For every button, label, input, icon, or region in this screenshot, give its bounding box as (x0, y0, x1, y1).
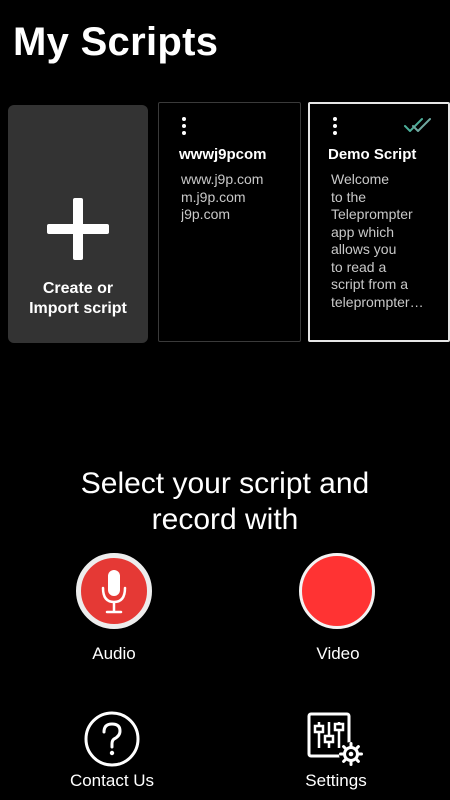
preview-line: j9p.com (181, 206, 231, 222)
create-import-script-button[interactable]: Create or Import script (8, 105, 148, 343)
preview-line: Teleprompter (331, 206, 413, 222)
preview-line: Welcome (331, 171, 390, 187)
audio-label: Audio (92, 644, 136, 663)
script-title: wwwj9pcom (179, 146, 267, 163)
video-label: Video (316, 644, 360, 663)
audio-record-button[interactable] (76, 553, 152, 629)
preview-line: teleprompter… (331, 293, 424, 310)
help-circle-icon[interactable] (82, 709, 142, 769)
record-prompt-line2: record with (151, 503, 299, 536)
more-vert-icon[interactable] (331, 116, 339, 136)
script-card-demo-script[interactable]: Demo Script Welcome to the Teleprompter … (308, 102, 450, 342)
more-vert-icon[interactable] (180, 116, 188, 136)
preview-line: script from a (331, 276, 409, 292)
script-preview: www.j9p.com m.j9p.com j9p.com (181, 171, 281, 224)
plus-icon (47, 198, 109, 260)
create-import-label: Create or Import script (8, 279, 148, 319)
preview-line: www.j9p.com (181, 171, 264, 187)
script-title: Demo Script (328, 146, 417, 163)
settings-button[interactable]: Settings (276, 771, 396, 791)
record-prompt-line1: Select your script and (80, 467, 370, 500)
contact-us-button[interactable]: Contact Us (52, 771, 172, 791)
double-check-icon (404, 118, 431, 132)
settings-sliders-icon[interactable] (305, 710, 365, 770)
preview-line: allows you (331, 241, 397, 257)
preview-line: to the (331, 188, 367, 205)
video-record-button[interactable] (299, 553, 375, 629)
preview-line: app which (331, 223, 395, 240)
record-prompt: Select your script and record with (0, 466, 450, 538)
microphone-icon (101, 570, 127, 614)
page-title: My Scripts (13, 20, 219, 64)
create-label-line2: Import script (29, 300, 127, 317)
preview-line: m.j9p.com (181, 188, 246, 205)
script-card-wwwj9pcom[interactable]: wwwj9pcom www.j9p.com m.j9p.com j9p.com (158, 102, 301, 342)
preview-line: to read a (331, 258, 387, 275)
create-label-line1: Create or (42, 280, 114, 297)
script-preview: Welcome to the Teleprompter app which al… (331, 171, 431, 311)
